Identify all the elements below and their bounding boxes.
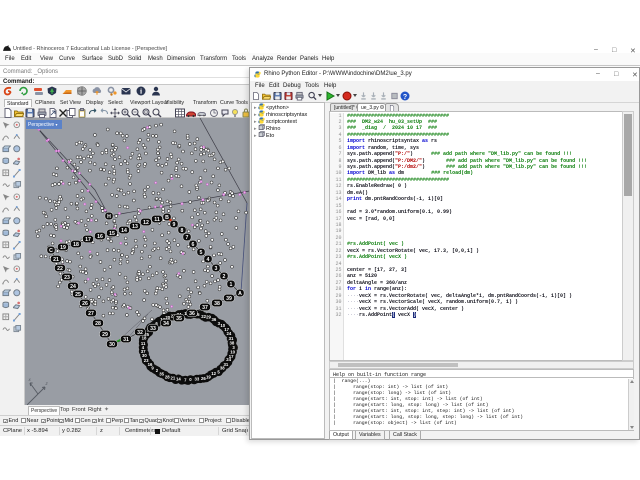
svg-text:36: 36 xyxy=(212,317,217,322)
svg-text:7: 7 xyxy=(186,235,189,241)
svg-text:12: 12 xyxy=(211,371,216,376)
svg-text:23: 23 xyxy=(144,358,149,363)
svg-text:6: 6 xyxy=(192,242,195,248)
svg-text:B: B xyxy=(165,215,169,221)
svg-text:14: 14 xyxy=(176,376,181,381)
svg-text:38: 38 xyxy=(220,366,225,371)
svg-text:34: 34 xyxy=(163,321,169,327)
svg-text:11: 11 xyxy=(141,341,146,346)
svg-text:12: 12 xyxy=(143,220,149,226)
svg-text:37: 37 xyxy=(202,305,208,311)
svg-text:26: 26 xyxy=(201,376,206,381)
svg-text:21: 21 xyxy=(53,257,59,263)
svg-text:9: 9 xyxy=(173,222,176,228)
svg-text:24: 24 xyxy=(70,284,76,290)
svg-text:18: 18 xyxy=(73,242,79,248)
svg-text:1: 1 xyxy=(230,282,233,288)
svg-text:38: 38 xyxy=(214,301,220,307)
svg-text:39: 39 xyxy=(226,296,232,302)
svg-text:13: 13 xyxy=(132,224,138,230)
svg-text:38: 38 xyxy=(230,340,235,345)
svg-text:15: 15 xyxy=(109,231,115,237)
svg-text:36: 36 xyxy=(189,311,195,317)
svg-text:i: i xyxy=(140,87,142,96)
svg-text:14: 14 xyxy=(121,228,127,234)
svg-text:22: 22 xyxy=(57,266,63,272)
svg-text:28: 28 xyxy=(165,375,170,380)
svg-text:25: 25 xyxy=(75,292,81,298)
svg-text:?: ? xyxy=(403,94,407,101)
svg-text:31: 31 xyxy=(123,337,129,343)
svg-text:5: 5 xyxy=(200,250,203,256)
svg-text:16: 16 xyxy=(97,234,103,240)
svg-text:23: 23 xyxy=(64,275,70,281)
svg-text:33: 33 xyxy=(195,377,200,382)
svg-text:A: A xyxy=(238,291,242,297)
svg-text:17: 17 xyxy=(85,237,91,243)
svg-text:33: 33 xyxy=(150,326,156,332)
svg-text:29: 29 xyxy=(102,332,108,338)
svg-text:C: C xyxy=(49,248,53,254)
svg-text:32: 32 xyxy=(137,330,143,336)
svg-text:H: H xyxy=(107,214,111,220)
svg-text:8: 8 xyxy=(181,228,184,234)
svg-text:30: 30 xyxy=(109,342,115,348)
svg-text:27: 27 xyxy=(88,311,94,317)
svg-text:35: 35 xyxy=(176,316,182,322)
svg-text:19: 19 xyxy=(60,245,66,251)
svg-text:11: 11 xyxy=(154,217,160,223)
svg-text:19: 19 xyxy=(206,374,211,379)
svg-text:26: 26 xyxy=(82,301,88,307)
svg-text:3: 3 xyxy=(215,266,218,272)
svg-text:28: 28 xyxy=(95,321,101,327)
svg-text:21: 21 xyxy=(171,376,176,381)
svg-text:4: 4 xyxy=(207,257,210,263)
svg-text:2: 2 xyxy=(223,274,226,280)
svg-text:35: 35 xyxy=(159,371,164,376)
